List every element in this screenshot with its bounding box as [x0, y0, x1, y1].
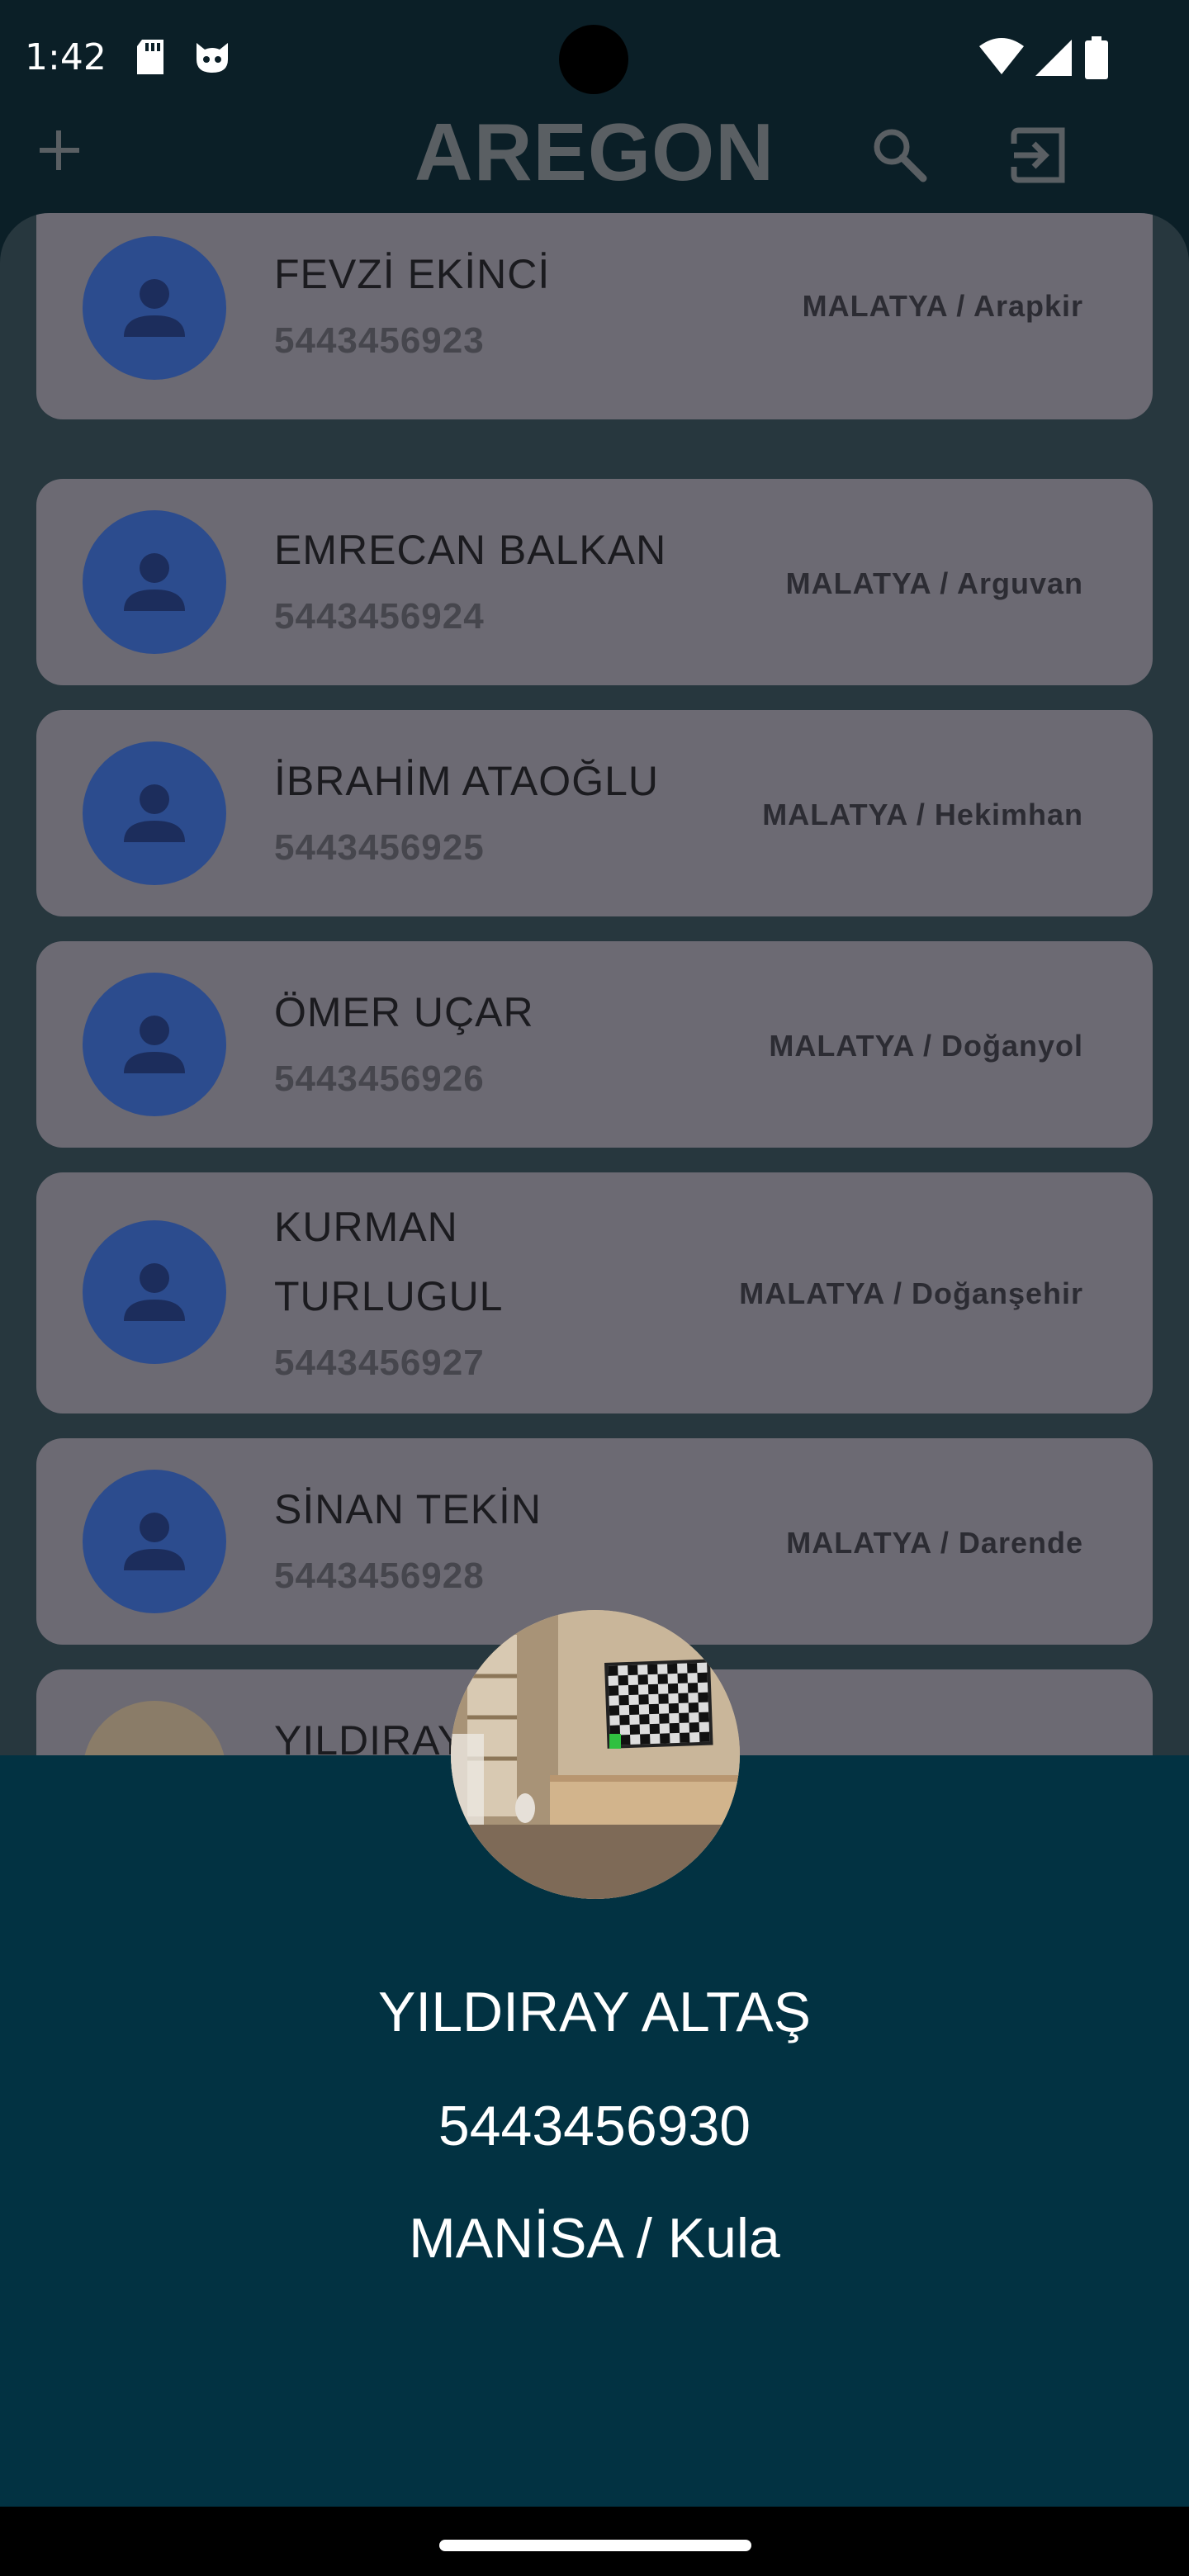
contact-name: İBRAHİM ATAOĞLU — [274, 758, 660, 804]
camera-cutout — [559, 25, 628, 94]
avatar-icon — [83, 236, 226, 380]
contact-name: YILDIRAY — [274, 1717, 467, 1755]
avatar-icon — [83, 741, 226, 885]
contact-phone: 5443456924 — [274, 596, 485, 637]
contact-location: MALATYA / Arapkir — [802, 289, 1083, 323]
contact-location: MALATYA / Darende — [786, 1526, 1083, 1560]
detail-phone[interactable]: 5443456930 — [0, 2094, 1189, 2158]
contact-card[interactable]: FEVZİ EKİNCİ 5443456923 MALATYA / Arapki… — [36, 213, 1153, 419]
contact-phone: 5443456927 — [274, 1342, 485, 1383]
contact-name: ÖMER UÇAR — [274, 989, 534, 1035]
cat-face-icon — [193, 40, 231, 78]
contact-card[interactable]: ÖMER UÇAR 5443456926 MALATYA / Doğanyol — [36, 941, 1153, 1148]
screen: 1:42 AREGON FEVZİ EKİNCİ 5443456923 MALA… — [0, 0, 1189, 2576]
avatar-icon — [83, 1470, 226, 1613]
avatar-icon — [83, 510, 226, 654]
contact-location: MALATYA / Doğanşehir — [739, 1276, 1083, 1310]
wifi-icon — [979, 38, 1024, 78]
contact-card[interactable]: İBRAHİM ATAOĞLU 5443456925 MALATYA / Hek… — [36, 710, 1153, 916]
profile-photo — [451, 1610, 740, 1899]
battery-icon — [1085, 36, 1108, 83]
contact-name: EMRECAN BALKAN — [274, 527, 667, 573]
home-indicator[interactable] — [439, 2540, 751, 2551]
status-bar: 1:42 — [0, 0, 1189, 99]
contact-location: MALATYA / Hekimhan — [762, 798, 1083, 831]
contact-phone: 5443456923 — [274, 320, 485, 361]
avatar-icon — [83, 973, 226, 1116]
contact-list[interactable]: FEVZİ EKİNCİ 5443456923 MALATYA / Arapki… — [0, 213, 1189, 1755]
contact-location: MALATYA / Arguvan — [785, 566, 1083, 600]
contact-phone: 5443456926 — [274, 1058, 485, 1099]
contact-phone: 5443456928 — [274, 1556, 485, 1596]
contact-card[interactable]: EMRECAN BALKAN 5443456924 MALATYA / Argu… — [36, 479, 1153, 685]
contact-name: KURMAN TURLUGUL — [274, 1204, 504, 1319]
app-bar: AREGON — [0, 99, 1189, 215]
avatar-icon — [83, 1220, 226, 1364]
detail-name: YILDIRAY ALTAŞ — [377, 1981, 812, 2043]
avatar-photo — [83, 1701, 226, 1755]
logout-icon[interactable] — [1009, 125, 1068, 185]
detail-location: MANİSA / Kula — [409, 2207, 780, 2270]
contact-card[interactable]: KURMAN TURLUGUL 5443456927 MALATYA / Doğ… — [36, 1172, 1153, 1413]
contact-phone: 5443456925 — [274, 827, 485, 868]
status-time: 1:42 — [25, 36, 107, 78]
contact-location: MALATYA / Doğanyol — [769, 1029, 1083, 1063]
contact-name: FEVZİ EKİNCİ — [274, 251, 551, 297]
sd-card-icon — [135, 40, 165, 78]
contact-name: SİNAN TEKİN — [274, 1486, 542, 1532]
navigation-bar — [0, 2507, 1189, 2576]
signal-icon — [1035, 40, 1072, 80]
search-icon[interactable] — [870, 125, 928, 183]
